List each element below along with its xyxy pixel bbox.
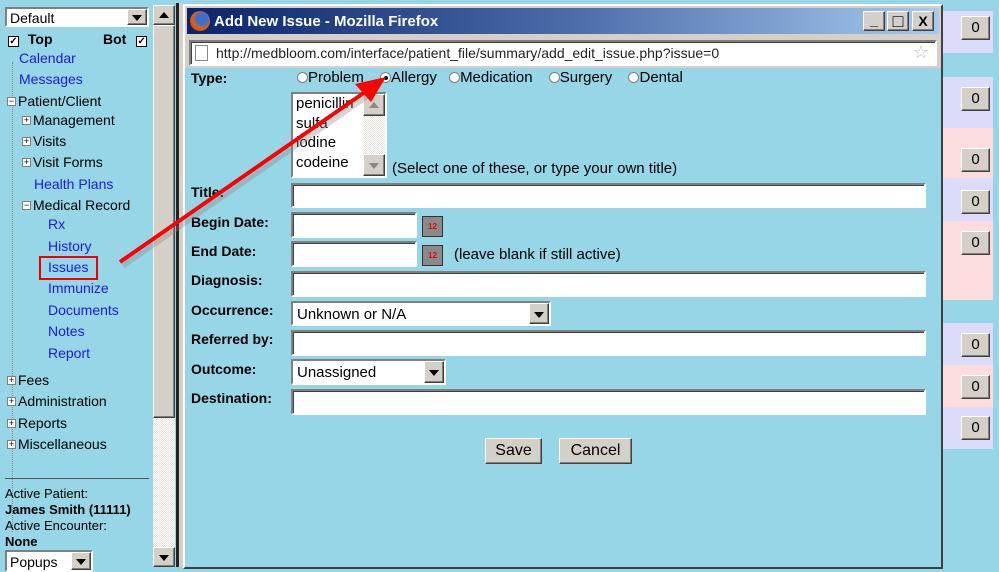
annotation-arrow [118, 77, 386, 269]
arrow-line [118, 88, 370, 264]
arrow-head [355, 77, 386, 102]
